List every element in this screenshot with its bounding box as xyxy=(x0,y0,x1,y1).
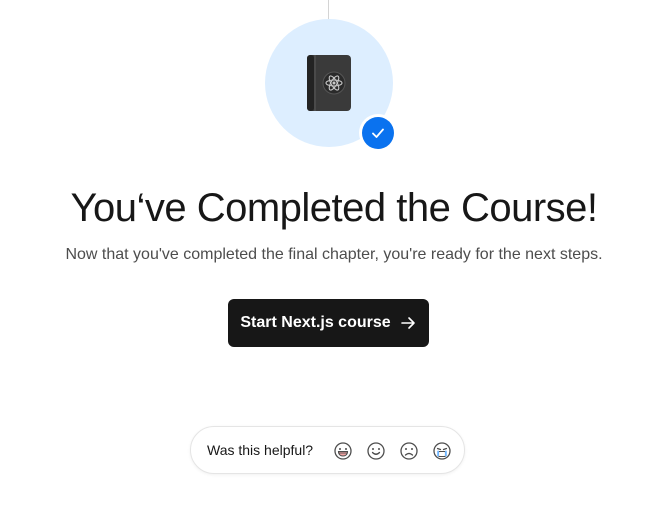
page-title: You‘ve Completed the Course! xyxy=(70,186,598,230)
crying-face-icon xyxy=(433,442,451,460)
react-book-icon xyxy=(307,55,351,111)
smiling-face-icon xyxy=(367,442,385,460)
start-course-label: Start Next.js course xyxy=(240,314,391,331)
check-badge xyxy=(359,114,397,152)
grinning-face-button[interactable] xyxy=(333,441,353,461)
crying-face-button[interactable] xyxy=(432,441,452,461)
arrow-right-icon xyxy=(400,317,415,329)
frowning-face-icon xyxy=(400,442,418,460)
feedback-widget: Was this helpful? xyxy=(190,426,465,474)
check-icon xyxy=(372,128,384,138)
connector-line xyxy=(328,0,329,20)
feedback-label: Was this helpful? xyxy=(207,442,314,458)
smiling-face-button[interactable] xyxy=(366,441,386,461)
grinning-face-icon xyxy=(334,442,352,460)
frowning-face-button[interactable] xyxy=(399,441,419,461)
start-nextjs-course-button[interactable]: Start Next.js course xyxy=(228,299,429,347)
page-subtitle: Now that you've completed the final chap… xyxy=(65,246,603,263)
